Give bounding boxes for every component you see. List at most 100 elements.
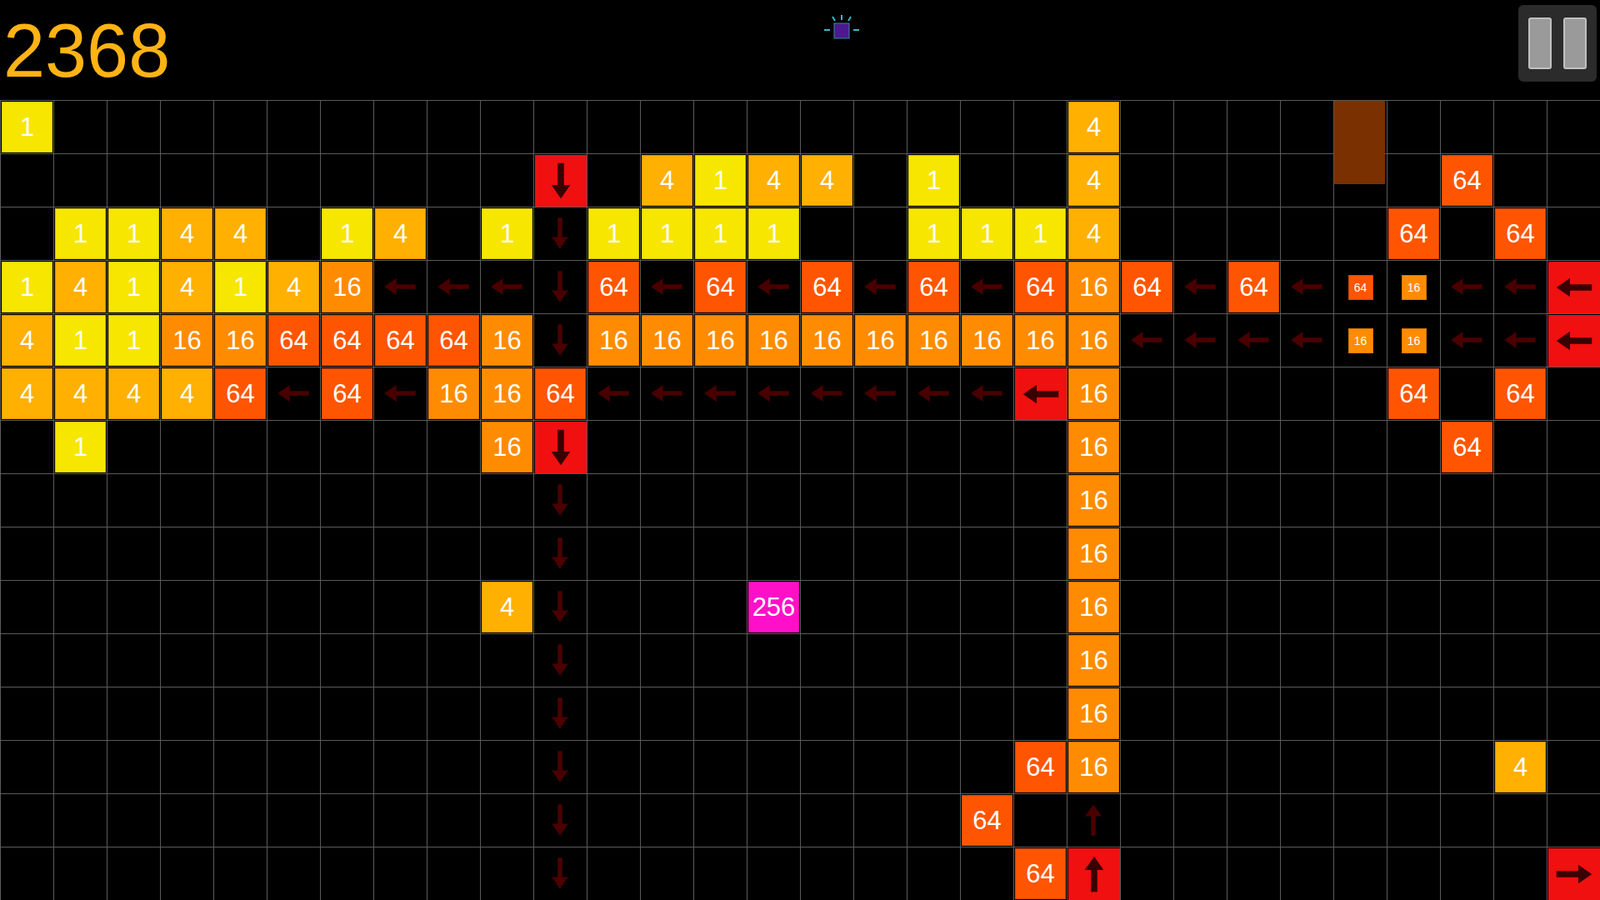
number-tile[interactable]: 4 bbox=[1, 368, 53, 420]
number-tile[interactable]: 64 bbox=[1441, 421, 1493, 473]
number-tile[interactable]: 1 bbox=[321, 208, 373, 260]
number-tile[interactable]: 64 bbox=[1121, 261, 1173, 313]
number-tile[interactable]: 16 bbox=[695, 315, 746, 366]
number-tile[interactable]: 4 bbox=[55, 368, 106, 420]
number-tile[interactable]: 16 bbox=[481, 368, 533, 420]
number-tile[interactable]: 16 bbox=[1068, 528, 1120, 580]
number-tile[interactable]: 1 bbox=[908, 155, 960, 206]
number-tile[interactable]: 64 bbox=[908, 261, 960, 313]
number-tile[interactable]: 1 bbox=[695, 155, 746, 206]
number-tile[interactable]: 4 bbox=[1068, 101, 1120, 153]
number-tile[interactable]: 16 bbox=[161, 315, 213, 366]
number-tile[interactable]: 64 bbox=[1388, 208, 1440, 260]
number-tile[interactable]: 64 bbox=[321, 315, 373, 366]
number-tile[interactable]: 1 bbox=[55, 315, 106, 366]
board-cell bbox=[693, 420, 747, 474]
number-tile[interactable]: 64 bbox=[1015, 261, 1066, 313]
number-tile[interactable]: 1 bbox=[1015, 208, 1066, 260]
number-tile[interactable]: 64 bbox=[268, 315, 320, 366]
number-tile[interactable]: 64 bbox=[321, 368, 373, 420]
number-tile[interactable]: 64 bbox=[215, 368, 266, 420]
launcher-tile[interactable] bbox=[1548, 848, 1600, 900]
number-tile[interactable]: 4 bbox=[1068, 155, 1120, 206]
launcher-tile[interactable] bbox=[1548, 261, 1600, 314]
number-tile[interactable]: 1 bbox=[55, 208, 106, 260]
number-tile[interactable]: 1 bbox=[108, 208, 160, 260]
number-tile[interactable]: 4 bbox=[1068, 208, 1120, 260]
number-tile[interactable]: 4 bbox=[215, 208, 266, 260]
number-tile[interactable]: 1 bbox=[641, 208, 693, 260]
number-tile[interactable]: 64 bbox=[375, 315, 426, 366]
number-tile[interactable]: 64 bbox=[1228, 261, 1280, 313]
number-tile[interactable]: 16 bbox=[481, 421, 533, 473]
number-tile[interactable]: 1 bbox=[588, 208, 640, 260]
launcher-tile[interactable] bbox=[1548, 315, 1600, 367]
number-tile[interactable]: 64 bbox=[1015, 848, 1066, 900]
number-tile[interactable]: 16 bbox=[215, 315, 266, 366]
number-tile[interactable]: 16 bbox=[1068, 475, 1120, 526]
number-tile[interactable]: 1 bbox=[108, 261, 160, 313]
launcher-tile[interactable] bbox=[1068, 848, 1120, 900]
number-tile[interactable]: 16 bbox=[1068, 421, 1120, 473]
number-tile[interactable]: 4 bbox=[161, 368, 213, 420]
number-tile[interactable]: 4 bbox=[641, 155, 693, 206]
number-tile[interactable]: 1 bbox=[908, 208, 960, 260]
number-tile[interactable]: 64 bbox=[535, 368, 586, 420]
number-tile[interactable]: 4 bbox=[161, 208, 213, 260]
number-tile[interactable]: 16 bbox=[588, 315, 640, 366]
number-tile[interactable]: 1 bbox=[748, 208, 800, 260]
number-tile[interactable]: 64 bbox=[1441, 155, 1493, 206]
number-tile[interactable]: 16 bbox=[1068, 368, 1120, 420]
number-tile[interactable]: 1 bbox=[1, 261, 53, 313]
number-tile[interactable]: 1 bbox=[215, 261, 266, 313]
number-tile[interactable]: 16 bbox=[428, 368, 480, 420]
number-tile[interactable]: 16 bbox=[961, 315, 1013, 366]
number-tile[interactable]: 16 bbox=[801, 315, 853, 366]
number-tile[interactable]: 4 bbox=[108, 368, 160, 420]
number-tile[interactable]: 4 bbox=[481, 581, 533, 633]
number-tile[interactable]: 1 bbox=[961, 208, 1013, 260]
number-tile[interactable]: 64 bbox=[1015, 741, 1066, 793]
number-tile[interactable]: 1 bbox=[481, 208, 533, 260]
pause-button[interactable] bbox=[1518, 5, 1597, 82]
number-tile[interactable]: 4 bbox=[375, 208, 426, 260]
number-tile[interactable]: 16 bbox=[1015, 315, 1066, 366]
number-tile[interactable]: 4 bbox=[1495, 741, 1546, 793]
number-tile[interactable]: 16 bbox=[855, 315, 906, 366]
number-tile[interactable]: 16 bbox=[1068, 315, 1120, 366]
number-tile[interactable]: 4 bbox=[801, 155, 853, 206]
number-tile[interactable]: 64 bbox=[1388, 368, 1440, 420]
number-tile[interactable]: 16 bbox=[481, 315, 533, 366]
number-tile[interactable]: 4 bbox=[268, 261, 320, 313]
number-tile[interactable]: 16 bbox=[1068, 581, 1120, 633]
number-tile[interactable]: 64 bbox=[428, 315, 480, 366]
number-tile[interactable]: 64 bbox=[801, 261, 853, 313]
number-tile[interactable]: 1 bbox=[108, 315, 160, 366]
number-tile[interactable]: 16 bbox=[641, 315, 693, 366]
number-tile[interactable]: 4 bbox=[1, 315, 53, 366]
number-tile[interactable]: 4 bbox=[748, 155, 800, 206]
number-tile[interactable]: 1 bbox=[55, 421, 106, 473]
number-tile[interactable]: 64 bbox=[1495, 368, 1546, 420]
number-tile[interactable]: 16 bbox=[1068, 741, 1120, 793]
number-tile[interactable]: 64 bbox=[695, 261, 746, 313]
number-tile[interactable]: 16 bbox=[908, 315, 960, 366]
number-tile[interactable]: 64 bbox=[961, 795, 1013, 846]
game-board[interactable]: 1441441464114414111111114646414141416646… bbox=[0, 100, 1600, 900]
number-tile[interactable]: 1 bbox=[1, 101, 53, 153]
launcher-tile[interactable] bbox=[1015, 368, 1067, 420]
launcher-tile[interactable] bbox=[535, 155, 587, 207]
number-tile[interactable]: 16 bbox=[748, 315, 800, 366]
number-tile[interactable]: 16 bbox=[1068, 688, 1120, 740]
number-tile[interactable]: 256 bbox=[748, 581, 800, 633]
number-tile[interactable]: 16 bbox=[321, 261, 373, 313]
number-tile[interactable]: 4 bbox=[55, 261, 106, 313]
number-tile[interactable]: 4 bbox=[161, 261, 213, 313]
number-tile[interactable]: 16 bbox=[1068, 635, 1120, 686]
number-tile[interactable]: 64 bbox=[1495, 208, 1546, 260]
number-tile[interactable]: 1 bbox=[695, 208, 746, 260]
launcher-tile[interactable] bbox=[535, 421, 587, 474]
board-cell bbox=[480, 473, 534, 527]
number-tile[interactable]: 16 bbox=[1068, 261, 1120, 313]
number-tile[interactable]: 64 bbox=[588, 261, 640, 313]
